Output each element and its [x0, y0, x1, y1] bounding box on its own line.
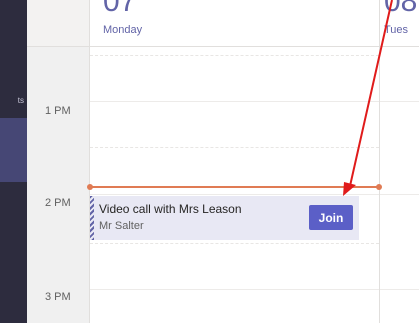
day-number: 07 — [103, 0, 137, 18]
day-header-tuesday[interactable]: 08 Tues — [380, 0, 419, 47]
hour-line — [90, 289, 379, 290]
event-organizer: Mr Salter — [99, 220, 144, 232]
rail-item-partial[interactable]: ts — [0, 96, 27, 108]
calendar-week-view: ts 1 PM 2 PM 3 PM 07 Monday 08 Tues Vide… — [0, 0, 419, 323]
day-name: Tues — [384, 24, 409, 36]
day-number: 08 — [384, 0, 418, 18]
half-hour-line — [90, 243, 379, 244]
hour-line — [90, 194, 379, 195]
day-name: Monday — [103, 24, 143, 36]
time-label-1pm: 1 PM — [45, 105, 71, 117]
time-label-3pm: 3 PM — [45, 291, 71, 303]
event-tentative-stripe — [90, 196, 94, 240]
day-column-tuesday[interactable] — [380, 47, 419, 323]
rail-item-label: ts — [17, 96, 24, 105]
half-hour-line — [90, 55, 379, 56]
join-button[interactable]: Join — [309, 205, 353, 230]
column-divider — [379, 0, 380, 323]
day-header-monday[interactable]: 07 Monday — [90, 0, 379, 47]
event-title: Video call with Mrs Leason — [99, 202, 242, 216]
hour-line — [380, 194, 419, 195]
column-divider — [89, 0, 90, 323]
time-column-header — [27, 0, 90, 47]
rail-item-active[interactable] — [0, 118, 27, 182]
half-hour-line — [90, 147, 379, 148]
time-column: 1 PM 2 PM 3 PM — [27, 0, 90, 323]
hour-line — [380, 101, 419, 102]
time-label-2pm: 2 PM — [45, 197, 71, 209]
hour-line — [90, 101, 379, 102]
meeting-event[interactable]: Video call with Mrs Leason Mr Salter Joi… — [90, 196, 359, 240]
day-column-monday[interactable] — [90, 47, 379, 323]
current-time-line — [90, 186, 379, 188]
current-time-dot — [87, 184, 93, 190]
current-time-dot — [376, 184, 382, 190]
hour-line — [380, 289, 419, 290]
app-rail: ts — [0, 0, 27, 323]
